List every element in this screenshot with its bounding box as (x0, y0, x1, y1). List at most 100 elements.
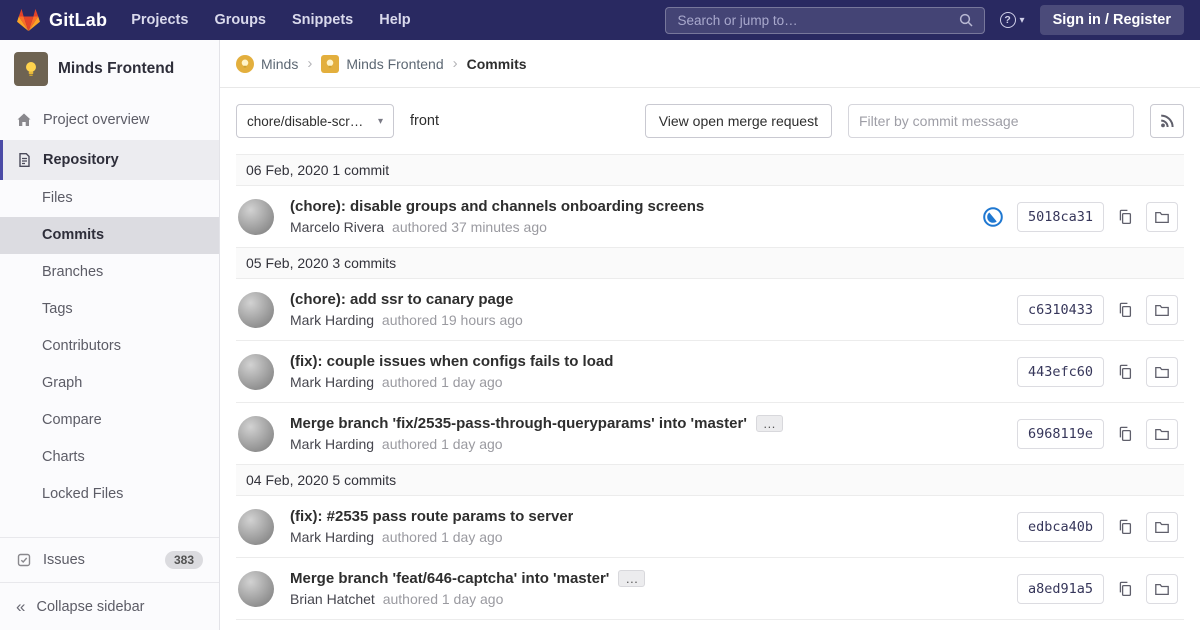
pipeline-status-running-icon[interactable] (982, 206, 1004, 228)
folder-icon (1154, 302, 1170, 318)
copy-commit-sha-button[interactable] (1117, 364, 1133, 380)
copy-commit-sha-button[interactable] (1117, 209, 1133, 225)
commit-sha-link[interactable]: a8ed91a5 (1017, 574, 1104, 604)
browse-files-button[interactable] (1146, 574, 1178, 604)
commit-author-link[interactable]: Mark Harding (290, 374, 374, 390)
author-avatar (238, 509, 274, 545)
commit-sha-link[interactable]: 5018ca31 (1017, 202, 1104, 232)
breadcrumb-group-link[interactable]: Minds (261, 56, 298, 72)
commit-sha-link[interactable]: edbca40b (1017, 512, 1104, 542)
breadcrumb: Minds › Minds Frontend › Commits (220, 40, 1200, 88)
breadcrumb-current-page: Commits (467, 56, 527, 72)
folder-icon (1154, 519, 1170, 535)
breadcrumb-project-link[interactable]: Minds Frontend (346, 56, 443, 72)
commit-authored-time: authored 19 hours ago (382, 312, 523, 328)
brand-name: GitLab (49, 10, 107, 31)
commit-sha-link[interactable]: c6310433 (1017, 295, 1104, 325)
chevron-right-icon: › (307, 55, 312, 72)
expand-commit-description-button[interactable]: … (618, 570, 645, 587)
author-avatar (238, 354, 274, 390)
commit-sha-link[interactable]: 443efc60 (1017, 357, 1104, 387)
sidebar-item-repository[interactable]: Repository (0, 140, 219, 180)
copy-commit-sha-button[interactable] (1117, 302, 1133, 318)
folder-icon (1154, 426, 1170, 442)
folder-icon (1154, 364, 1170, 380)
sign-in-register-button[interactable]: Sign in / Register (1040, 5, 1184, 35)
commit-title-link[interactable]: (fix): #2535 pass route params to server (290, 508, 573, 525)
nav-item-help[interactable]: Help (379, 12, 410, 28)
project-avatar (14, 52, 48, 86)
repository-icon (16, 152, 32, 168)
issues-count-badge: 383 (165, 551, 203, 569)
commits-feed-button[interactable] (1150, 104, 1184, 138)
commits-toolbar: chore/disable-scr… ▾ front View open mer… (220, 88, 1200, 154)
commit-authored-time: authored 1 day ago (382, 529, 503, 545)
chevron-down-icon: ▾ (1020, 15, 1025, 26)
question-icon: ? (1000, 12, 1016, 28)
commit-title-link[interactable]: (fix): couple issues when configs fails … (290, 353, 613, 370)
lightbulb-icon (324, 58, 336, 70)
browse-files-button[interactable] (1146, 512, 1178, 542)
chevron-right-icon: › (453, 55, 458, 72)
toolbar-actions: View open merge request (645, 104, 1184, 138)
commit-author-link[interactable]: Mark Harding (290, 312, 374, 328)
commit-row: (chore): add ssr to canary page Mark Har… (236, 279, 1184, 341)
project-avatar-small (321, 55, 339, 73)
sidebar-project-header[interactable]: Minds Frontend (0, 40, 219, 96)
search-input[interactable] (676, 12, 958, 29)
view-open-merge-request-button[interactable]: View open merge request (645, 104, 832, 138)
gitlab-home-link[interactable]: GitLab (16, 8, 107, 32)
sidebar-item-commits[interactable]: Commits (0, 217, 219, 254)
browse-files-button[interactable] (1146, 202, 1178, 232)
branch-selector-dropdown[interactable]: chore/disable-scr… ▾ (236, 104, 394, 138)
commit-sha-link[interactable]: 6968119e (1017, 419, 1104, 449)
browse-files-button[interactable] (1146, 357, 1178, 387)
copy-commit-sha-button[interactable] (1117, 519, 1133, 535)
commit-title-link[interactable]: (chore): add ssr to canary page (290, 291, 513, 308)
top-navbar: GitLab Projects Groups Snippets Help ? ▾… (0, 0, 1200, 40)
copy-commit-sha-button[interactable] (1117, 581, 1133, 597)
commit-title-link[interactable]: (chore): disable groups and channels onb… (290, 198, 704, 215)
main-content: Minds › Minds Frontend › Commits chore/d… (220, 40, 1200, 630)
expand-commit-description-button[interactable]: … (756, 415, 783, 432)
sidebar-item-branches[interactable]: Branches (0, 254, 219, 291)
help-dropdown[interactable]: ? ▾ (1000, 12, 1025, 28)
sidebar-item-graph[interactable]: Graph (0, 365, 219, 402)
nav-item-snippets[interactable]: Snippets (292, 12, 353, 28)
nav-item-projects[interactable]: Projects (131, 12, 188, 28)
issues-icon (16, 552, 32, 568)
author-avatar (238, 571, 274, 607)
commit-filter-input[interactable] (848, 104, 1134, 138)
commit-author-link[interactable]: Mark Harding (290, 436, 374, 452)
commit-author-link[interactable]: Marcelo Rivera (290, 219, 384, 235)
lightbulb-icon (21, 59, 41, 79)
collapse-sidebar-button[interactable]: « Collapse sidebar (0, 582, 219, 630)
copy-commit-sha-button[interactable] (1117, 426, 1133, 442)
sidebar-item-charts[interactable]: Charts (0, 439, 219, 476)
sidebar-item-project-overview[interactable]: Project overview (0, 100, 219, 140)
global-search-box[interactable] (665, 7, 985, 34)
sidebar-project-name: Minds Frontend (58, 60, 174, 78)
group-avatar (236, 55, 254, 73)
commits-list: 06 Feb, 2020 1 commit (chore): disable g… (236, 154, 1184, 620)
commit-author-link[interactable]: Mark Harding (290, 529, 374, 545)
browse-files-button[interactable] (1146, 295, 1178, 325)
commit-author-link[interactable]: Brian Hatchet (290, 591, 375, 607)
commits-date-header: 05 Feb, 2020 3 commits (236, 248, 1184, 279)
sidebar-item-tags[interactable]: Tags (0, 291, 219, 328)
sidebar-item-locked-files[interactable]: Locked Files (0, 476, 219, 513)
sidebar-item-issues[interactable]: Issues 383 (0, 537, 219, 582)
sidebar-nav: Project overview Repository Files Commit… (0, 96, 219, 582)
commit-title-link[interactable]: Merge branch 'fix/2535-pass-through-quer… (290, 415, 747, 432)
commit-row: Merge branch 'feat/646-captcha' into 'ma… (236, 558, 1184, 620)
copy-icon (1117, 302, 1133, 318)
repo-path-label: front (410, 113, 439, 129)
repository-subnav: Files Commits Branches Tags Contributors… (0, 180, 219, 513)
commits-date-header: 04 Feb, 2020 5 commits (236, 465, 1184, 496)
sidebar-item-contributors[interactable]: Contributors (0, 328, 219, 365)
sidebar-item-compare[interactable]: Compare (0, 402, 219, 439)
sidebar-item-files[interactable]: Files (0, 180, 219, 217)
browse-files-button[interactable] (1146, 419, 1178, 449)
commit-title-link[interactable]: Merge branch 'feat/646-captcha' into 'ma… (290, 570, 609, 587)
nav-item-groups[interactable]: Groups (214, 12, 266, 28)
